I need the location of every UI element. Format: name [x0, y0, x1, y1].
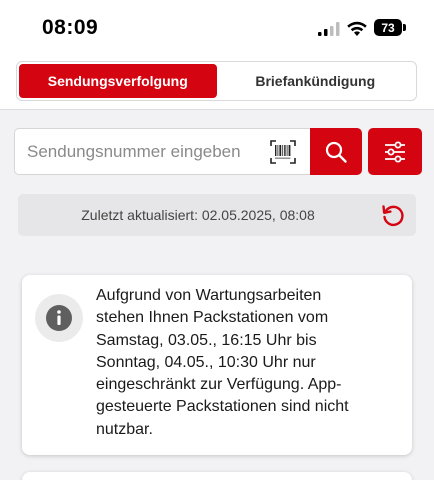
tab-switcher: Sendungsverfolgung Briefankündigung [16, 61, 417, 101]
notice-line: eingeschränkt zur Verfügung. App- [96, 376, 342, 394]
wifi-icon [347, 21, 367, 36]
status-time: 08:09 [42, 16, 99, 39]
barcode-scan-icon[interactable] [270, 140, 296, 164]
status-bar: 08:09 73 [0, 0, 434, 56]
notice-line: Aufgrund von Wartungsarbeiten [96, 287, 322, 304]
last-updated-bar: Zuletzt aktualisiert: 02.05.2025, 08:08 [18, 194, 416, 236]
shipment-card-partial[interactable] [22, 472, 412, 480]
search-row [14, 128, 422, 175]
tab-sendungsverfolgung[interactable]: Sendungsverfolgung [19, 64, 217, 98]
battery-indicator: 73 [374, 19, 402, 36]
notice-line: Sonntag, 04.05., 10:30 Uhr nur [96, 353, 316, 371]
header-area: 08:09 73 Sendungsverfolgung Briefankündi… [0, 0, 434, 110]
battery-cap [403, 24, 406, 31]
search-icon [325, 141, 347, 163]
notice-line: stehen Ihnen Packstationen vom [96, 309, 329, 327]
battery-level: 73 [381, 20, 395, 35]
tracking-number-input[interactable] [14, 128, 310, 175]
search-button[interactable] [310, 128, 362, 175]
signal-icon [318, 22, 340, 36]
maintenance-notice-card: Aufgrund von Wartungsarbeiten stehen Ihn… [22, 275, 412, 455]
info-icon [35, 294, 83, 342]
refresh-icon[interactable] [380, 203, 406, 229]
notice-line: gesteuerte Packstationen sind nicht [96, 398, 349, 416]
last-updated-text: Zuletzt aktualisiert: 02.05.2025, 08:08 [81, 207, 315, 223]
filter-sliders-icon [385, 141, 405, 162]
notice-line: nutzbar. [96, 420, 153, 438]
filter-button[interactable] [368, 128, 422, 175]
tab-briefankuendigung[interactable]: Briefankündigung [216, 64, 414, 98]
notice-line: Samstag, 03.05., 16:15 Uhr bis [96, 331, 317, 349]
notice-text: Aufgrund von Wartungsarbeiten stehen Ihn… [96, 285, 396, 441]
